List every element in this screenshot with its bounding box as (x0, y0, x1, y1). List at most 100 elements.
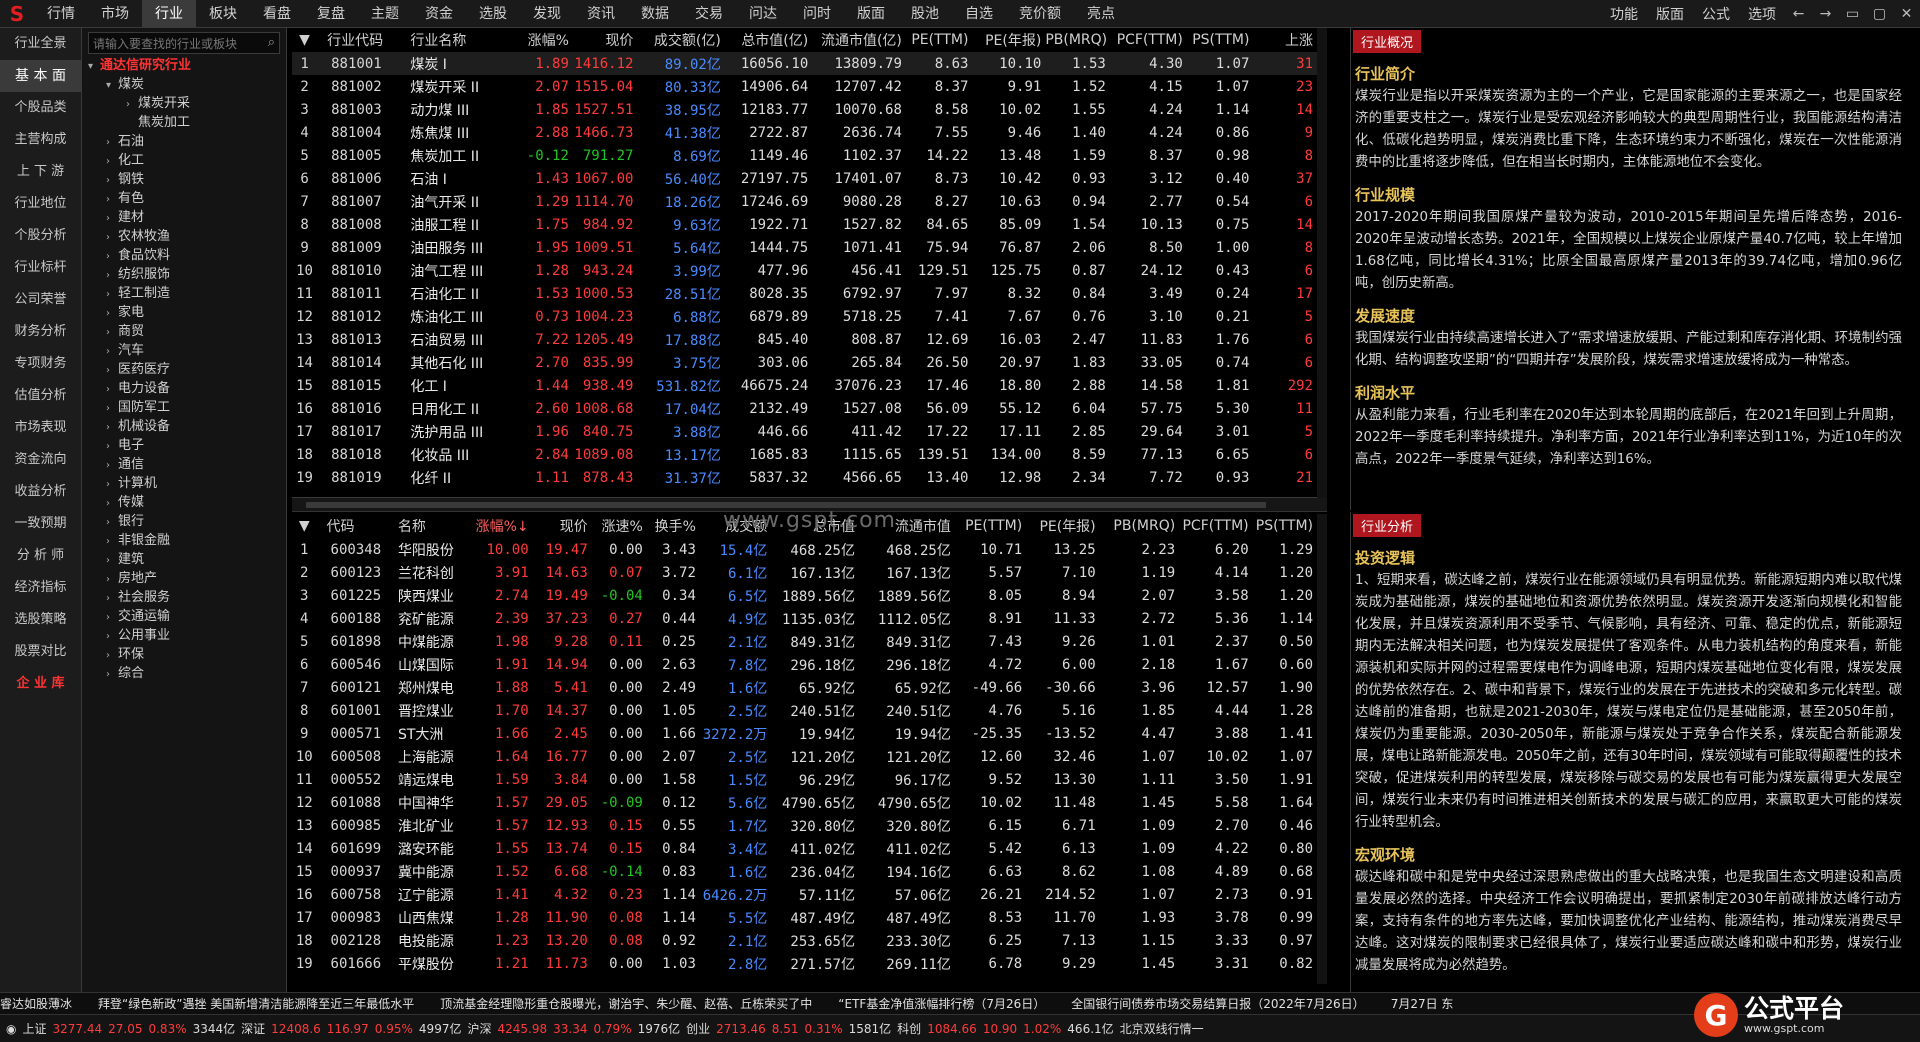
nav-item[interactable]: 企 业 库 (0, 668, 81, 700)
restore-icon[interactable]: ▭ (1839, 6, 1866, 22)
menu-item[interactable]: 股池 (898, 0, 952, 28)
table-row[interactable]: 10 881010 油气工程 III 1.28 943.24 3.99亿 477.96 456… (292, 259, 1317, 282)
ticker-item[interactable]: 拜登“绿色新政”遇挫 美国新增清洁能源降至近三年最低水平 (98, 995, 414, 1012)
nav-item[interactable]: 行业全景 (0, 28, 81, 60)
tree-item[interactable]: › 家电 (82, 303, 286, 322)
table-row[interactable]: 14 601699 潞安环能 1.55 13.74 0.15 0.84 3.4亿 411.02亿… (292, 837, 1317, 860)
nav-item[interactable]: 市场表现 (0, 412, 81, 444)
column-header[interactable]: PCF(TTM) (1110, 28, 1187, 52)
menu-right-item[interactable]: 版面 (1647, 4, 1693, 24)
tab-industry-overview[interactable]: 行业概况 (1353, 30, 1422, 53)
nav-item[interactable]: 上 下 游 (0, 156, 81, 188)
table-row[interactable]: 19 881019 化纤 II 1.11 878.43 31.37亿 5837.32 4566… (292, 466, 1317, 489)
table-row[interactable]: 15 881015 化工 I 1.44 938.49 531.82亿 46675.24 370… (292, 374, 1317, 397)
ticker-item[interactable]: 全国银行间债券市场交易结算日报（2022年7月26日） (1071, 995, 1364, 1012)
nav-item[interactable]: 个股品类 (0, 92, 81, 124)
nav-item[interactable]: 一致预期 (0, 508, 81, 540)
table-row[interactable]: 2 600123 兰花科创 3.91 14.63 0.07 3.72 6.1亿 167.13亿 1… (292, 561, 1317, 584)
table-row[interactable]: 7 881007 油气开采 II 1.29 1114.70 18.26亿 17246.69 9… (292, 190, 1317, 213)
menu-item[interactable]: 自选 (952, 0, 1006, 28)
menu-item[interactable]: 版面 (844, 0, 898, 28)
menu-item[interactable]: 数据 (628, 0, 682, 28)
back-icon[interactable]: ← (1785, 6, 1812, 22)
table-row[interactable]: 4 600188 兖矿能源 2.39 37.23 0.27 0.44 4.9亿 1135.03亿… (292, 607, 1317, 630)
column-header[interactable]: PE(TTM) (906, 28, 973, 52)
nav-item[interactable]: 财务分析 (0, 316, 81, 348)
menu-item[interactable]: 资讯 (574, 0, 628, 28)
tree-item[interactable]: › 医药医疗 (82, 360, 286, 379)
nav-item[interactable]: 股票对比 (0, 636, 81, 668)
column-header[interactable]: 行业名称 (404, 28, 518, 52)
table-row[interactable]: 5 881005 焦炭加工 II -0.12 791.27 8.69亿 1149.46 110… (292, 144, 1317, 167)
industry-search-input[interactable]: 请输入要查找的行业或板块 ⌕ (88, 32, 280, 54)
tree-item[interactable]: › 汽车 (82, 341, 286, 360)
menu-item[interactable]: 交易 (682, 0, 736, 28)
menu-item[interactable]: 行情 (34, 0, 88, 28)
table-row[interactable]: 7 600121 郑州煤电 1.88 5.41 0.00 2.49 1.6亿 65.92亿 65.… (292, 676, 1317, 699)
table-row[interactable]: 14 881014 其他石化 III 2.70 835.99 3.75亿 303.06 265… (292, 351, 1317, 374)
nav-item[interactable]: 经济指标 (0, 572, 81, 604)
column-header[interactable]: 现价 (573, 28, 638, 52)
tree-item[interactable]: › 建筑 (82, 550, 286, 569)
table-row[interactable]: 9 881009 油田服务 III 1.95 1009.51 5.64亿 1444.75 10… (292, 236, 1317, 259)
nav-item[interactable]: 行业地位 (0, 188, 81, 220)
column-header[interactable]: 总市值(亿) (725, 28, 812, 52)
tree-item[interactable]: › 石油 (82, 132, 286, 151)
nav-item[interactable]: 行业标杆 (0, 252, 81, 284)
tree-item[interactable]: › 化工 (82, 151, 286, 170)
menu-item[interactable]: 竞价额 (1006, 0, 1074, 28)
tree-item[interactable]: › 计算机 (82, 474, 286, 493)
table-row[interactable]: 17 881017 洗护用品 III 1.96 840.75 3.88亿 446.66 411… (292, 420, 1317, 443)
nav-item[interactable]: 分 析 师 (0, 540, 81, 572)
tree-item[interactable]: › 食品饮料 (82, 246, 286, 265)
table-row[interactable]: 8 601001 晋控煤业 1.70 14.37 0.00 1.05 2.5亿 240.51亿 2… (292, 699, 1317, 722)
index-label[interactable]: 科创 (897, 1020, 921, 1037)
ticker-item[interactable]: 7月27日 东 (1391, 995, 1454, 1012)
tree-item[interactable]: › 公用事业 (82, 626, 286, 645)
table-row[interactable]: 10 600508 上海能源 1.64 16.77 0.00 2.07 2.5亿 121.20亿… (292, 745, 1317, 768)
tree-item[interactable]: › 钢铁 (82, 170, 286, 189)
tree-item[interactable]: › 建材 (82, 208, 286, 227)
tree-item[interactable]: › 传媒 (82, 493, 286, 512)
nav-item[interactable]: 估值分析 (0, 380, 81, 412)
close-icon[interactable]: ✕ (1893, 6, 1920, 22)
tree-item[interactable]: › 商贸 (82, 322, 286, 341)
forward-icon[interactable]: → (1812, 6, 1839, 22)
tree-item[interactable]: › 交通运输 (82, 607, 286, 626)
table-row[interactable]: 5 601898 中煤能源 1.98 9.28 0.11 0.25 2.1亿 849.31亿 84… (292, 630, 1317, 653)
table-row[interactable]: 19 601666 平煤股份 1.21 11.73 0.00 1.03 2.8亿 271.57亿… (292, 952, 1317, 975)
index-label[interactable]: 上证 (22, 1020, 46, 1037)
table-row[interactable]: 12 601088 中国神华 1.57 29.05 -0.09 0.12 5.6亿 4790.6… (292, 791, 1317, 814)
table-row[interactable]: 6 600546 山煤国际 1.91 14.94 0.00 2.63 7.8亿 296.18亿 2… (292, 653, 1317, 676)
table-row[interactable]: 3 881003 动力煤 III 1.85 1527.51 38.95亿 12183.77 1… (292, 98, 1317, 121)
menu-item[interactable]: 问时 (790, 0, 844, 28)
table-row[interactable]: 15 000937 冀中能源 1.52 6.68 -0.14 0.83 1.6亿 236.04亿… (292, 860, 1317, 883)
column-header[interactable]: 上涨 (1253, 28, 1317, 52)
menu-item[interactable]: 主题 (358, 0, 412, 28)
nav-item[interactable]: 选股策略 (0, 604, 81, 636)
table-row[interactable]: 11 881011 石油化工 II 1.53 1000.53 28.51亿 8028.35 6… (292, 282, 1317, 305)
table-row[interactable]: 3 601225 陕西煤业 2.74 19.49 -0.04 0.34 6.5亿 1889.56… (292, 584, 1317, 607)
tree-item[interactable]: ▾ 煤炭 (82, 75, 286, 94)
table-row[interactable]: 4 881004 炼焦煤 III 2.88 1466.73 41.38亿 2722.87 26… (292, 121, 1317, 144)
column-header[interactable]: 行业代码 (321, 28, 404, 52)
nav-item[interactable]: 基 本 面 (0, 60, 81, 92)
ticker-item[interactable]: 顶流基金经理隐形重仓股曝光，谢治宇、朱少醒、赵蓓、丘栋荣买了中 (440, 995, 812, 1012)
tree-item[interactable]: › 轻工制造 (82, 284, 286, 303)
table-row[interactable]: 1 600348 华阳股份 10.00 19.47 0.00 3.43 15.4亿 468.25… (292, 538, 1317, 561)
menu-item[interactable]: 行业 (142, 0, 196, 28)
tree-item[interactable]: › 电子 (82, 436, 286, 455)
tree-item[interactable]: 焦炭加工 (82, 113, 286, 132)
table-row[interactable]: 12 881012 炼油化工 III 0.73 1004.23 6.88亿 6879.89 5… (292, 305, 1317, 328)
menu-item[interactable]: 亮点 (1074, 0, 1128, 28)
industry-table-scrollbar[interactable] (1317, 28, 1327, 498)
tree-item[interactable]: › 社会服务 (82, 588, 286, 607)
table-row[interactable]: 9 000571 ST大洲 1.66 2.45 0.00 1.66 3272.2万 19.94亿… (292, 722, 1317, 745)
table-row[interactable]: 8 881008 油服工程 II 1.75 984.92 9.63亿 1922.71 1527… (292, 213, 1317, 236)
table-row[interactable]: 16 600758 辽宁能源 1.41 4.32 0.23 1.14 6426.2万 57.11… (292, 883, 1317, 906)
menu-item[interactable]: 市场 (88, 0, 142, 28)
tree-item[interactable]: › 综合 (82, 664, 286, 683)
menu-item[interactable]: 发现 (520, 0, 574, 28)
menu-item[interactable]: 板块 (196, 0, 250, 28)
menu-item[interactable]: 看盘 (250, 0, 304, 28)
